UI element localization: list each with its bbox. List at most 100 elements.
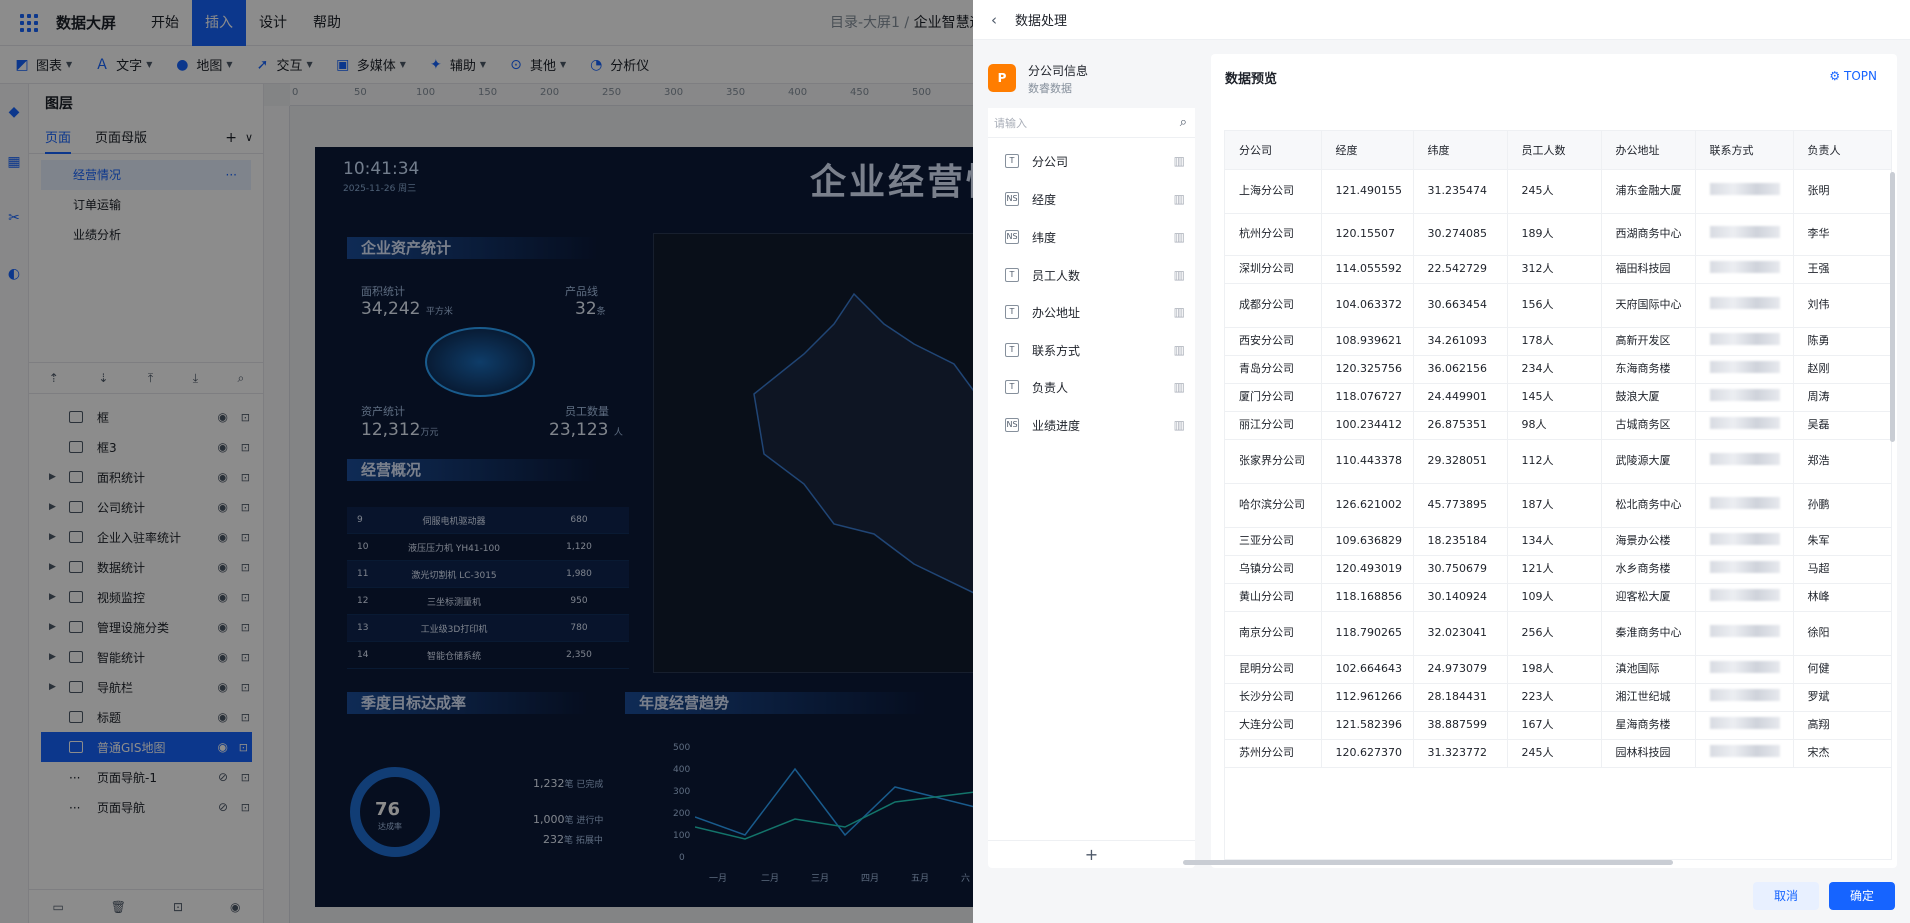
column-header[interactable]: 联系方式 [1695,131,1794,170]
field-item[interactable]: T 员工人数 ▥ [988,260,1195,290]
table-cell: 118.168856 [1321,583,1414,612]
search-input[interactable] [988,108,1158,138]
table-cell: 罗斌 [1793,683,1891,712]
column-header[interactable]: 办公地址 [1601,131,1696,170]
field-name: 分公司 [1032,154,1069,169]
table-row: 黄山分公司 118.168856 30.140924 109人 迎客松大厦 林峰 [1225,583,1891,612]
column-header[interactable]: 纬度 [1413,131,1508,170]
table-cell: 118.076727 [1321,383,1414,412]
table-cell: 145人 [1507,383,1602,412]
horizontal-scrollbar[interactable] [1183,860,1673,865]
contact-masked [1695,383,1794,412]
datasource-name: 分公司信息 [1028,64,1089,78]
field-list-panel: ⌕ T 分公司 ▥ NS 经度 ▥ NS 纬度 ▥ T 员工人数 ▥ T 办公地址 ▥ T 联系方式 ▥… [988,108,1195,868]
contact-masked [1695,711,1794,740]
field-item[interactable]: T 负责人 ▥ [988,372,1195,402]
table-cell: 178人 [1507,327,1602,356]
table-cell: 福田科技园 [1601,255,1696,284]
table-cell: 丽江分公司 [1225,411,1322,440]
column-header[interactable]: 经度 [1321,131,1414,170]
table-cell: 121.490155 [1321,169,1414,214]
bar-chart-icon[interactable]: ▥ [1174,305,1185,319]
table-cell: 26.875351 [1413,411,1508,440]
table-row: 南京分公司 118.790265 32.023041 256人 秦淮商务中心 徐阳 [1225,611,1891,656]
table-cell: 28.184431 [1413,683,1508,712]
field-item[interactable]: NS 纬度 ▥ [988,222,1195,252]
table-cell: 马超 [1793,555,1891,584]
settings-icon: ⚙ [1829,69,1841,83]
contact-masked [1695,683,1794,712]
vertical-scrollbar[interactable] [1890,172,1895,442]
contact-masked [1695,555,1794,584]
table-cell: 西湖商务中心 [1601,213,1696,256]
topn-button[interactable]: ⚙ TOPN [1829,69,1877,83]
table-cell: 郑浩 [1793,439,1891,484]
field-name: 联系方式 [1032,343,1081,358]
column-header[interactable]: 负责人 [1793,131,1891,170]
number-type-icon: NS [1005,418,1019,432]
field-item[interactable]: T 分公司 ▥ [988,146,1195,176]
blurred-contact [1709,560,1780,573]
contact-masked [1695,483,1794,528]
field-item[interactable]: NS 经度 ▥ [988,184,1195,214]
bar-chart-icon[interactable]: ▥ [1174,380,1185,394]
table-cell: 南京分公司 [1225,611,1322,656]
table-cell: 189人 [1507,213,1602,256]
number-type-icon: NS [1005,230,1019,244]
column-header[interactable]: 分公司 [1225,131,1322,170]
table-cell: 古城商务区 [1601,411,1696,440]
field-name: 经度 [1032,192,1057,207]
modal-overlay[interactable] [0,0,973,923]
table-cell: 98人 [1507,411,1602,440]
contact-masked [1695,283,1794,328]
table-cell: 24.973079 [1413,655,1508,684]
search-icon[interactable]: ⌕ [1180,115,1187,130]
table-header-row: 分公司 经度 纬度 员工人数 办公地址 联系方式 负责人 [1225,131,1891,170]
field-item[interactable]: T 办公地址 ▥ [988,297,1195,327]
cancel-button[interactable]: 取消 [1753,882,1819,910]
table-cell: 水乡商务楼 [1601,555,1696,584]
column-header[interactable]: 员工人数 [1507,131,1602,170]
table-cell: 宋杰 [1793,739,1891,768]
table-cell: 32.023041 [1413,611,1508,656]
blurred-contact [1709,182,1780,195]
table-cell: 林峰 [1793,583,1891,612]
blurred-contact [1709,260,1780,273]
table-cell: 120.493019 [1321,555,1414,584]
blurred-contact [1709,744,1780,757]
add-field-button[interactable]: + [988,840,1195,868]
contact-masked [1695,439,1794,484]
table-row: 大连分公司 121.582396 38.887599 167人 星海商务楼 高翔 [1225,711,1891,740]
contact-masked [1695,355,1794,384]
field-item[interactable]: NS 业绩进度 ▥ [988,410,1195,440]
contact-masked [1695,739,1794,768]
datasource-card[interactable]: P 分公司信息 数睿数据 [988,54,1188,100]
drawer-title: 数据处理 [1015,14,1068,29]
table-row: 长沙分公司 112.961266 28.184431 223人 湘江世纪城 罗斌 [1225,683,1891,712]
field-item[interactable]: T 联系方式 ▥ [988,335,1195,365]
table-cell: 湘江世纪城 [1601,683,1696,712]
table-row: 丽江分公司 100.234412 26.875351 98人 古城商务区 吴磊 [1225,411,1891,440]
table-cell: 赵刚 [1793,355,1891,384]
contact-masked [1695,527,1794,556]
contact-masked [1695,213,1794,256]
bar-chart-icon[interactable]: ▥ [1174,230,1185,244]
back-icon[interactable]: ‹ [991,11,997,29]
table-row: 哈尔滨分公司 126.621002 45.773895 187人 松北商务中心 孙鹏 [1225,483,1891,528]
bar-chart-icon[interactable]: ▥ [1174,192,1185,206]
table-cell: 大连分公司 [1225,711,1322,740]
bar-chart-icon[interactable]: ▥ [1174,268,1185,282]
table-cell: 成都分公司 [1225,283,1322,328]
table-cell: 武陵源大厦 [1601,439,1696,484]
bar-chart-icon[interactable]: ▥ [1174,154,1185,168]
contact-masked [1695,583,1794,612]
app-root: 数据大屏 开始 插入 设计 帮助 目录-大屏1 / 企业智慧运 ◩ 图表 ▼ Ａ 文字… [0,0,1910,923]
bar-chart-icon[interactable]: ▥ [1174,343,1185,357]
table-cell: 刘伟 [1793,283,1891,328]
drawer-header: ‹ 数据处理 [973,0,1910,40]
preview-table: 分公司 经度 纬度 员工人数 办公地址 联系方式 负责人 上海分公司 121.49… [1224,130,1892,860]
table-cell: 李华 [1793,213,1891,256]
confirm-button[interactable]: 确定 [1829,882,1895,910]
table-cell: 245人 [1507,739,1602,768]
bar-chart-icon[interactable]: ▥ [1174,418,1185,432]
